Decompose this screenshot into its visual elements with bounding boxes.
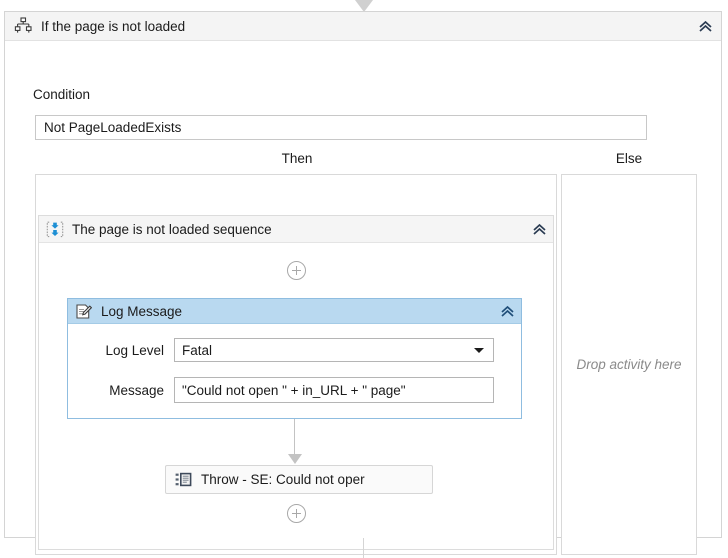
then-branch-container[interactable]: The page is not loaded sequence Log Mess… bbox=[35, 174, 557, 555]
sequence-body: Log Message Log Level Fatal Message "Cou… bbox=[39, 243, 553, 549]
connector-line bbox=[294, 419, 295, 456]
add-activity-button-top[interactable] bbox=[287, 261, 306, 280]
throw-activity-icon bbox=[174, 472, 192, 488]
log-message-header[interactable]: Log Message bbox=[68, 299, 521, 324]
log-message-collapse-chevron-icon[interactable] bbox=[497, 301, 517, 321]
if-activity-title: If the page is not loaded bbox=[41, 18, 186, 34]
message-row: Message "Could not open " + in_URL + " p… bbox=[84, 377, 494, 403]
if-activity-body: Condition Not PageLoadedExists Then Else bbox=[5, 41, 721, 555]
log-message-title: Log Message bbox=[101, 303, 183, 319]
else-drop-placeholder: Drop activity here bbox=[576, 357, 682, 372]
log-level-value: Fatal bbox=[182, 342, 213, 358]
add-activity-button-bottom[interactable] bbox=[287, 504, 306, 523]
throw-activity-title: Throw - SE: Could not oper bbox=[201, 472, 365, 487]
else-branch-label: Else bbox=[615, 151, 643, 166]
log-level-label: Log Level bbox=[105, 342, 164, 358]
else-branch-container[interactable]: Drop activity here bbox=[561, 174, 697, 555]
sequence-header[interactable]: The page is not loaded sequence bbox=[39, 216, 553, 243]
connector-arrowhead-icon bbox=[288, 454, 302, 464]
then-branch-label: Then bbox=[281, 151, 313, 166]
sequence-title: The page is not loaded sequence bbox=[72, 221, 272, 237]
if-activity-panel[interactable]: If the page is not loaded Condition Not … bbox=[4, 11, 722, 555]
log-message-pencil-icon bbox=[74, 302, 93, 320]
outgoing-connector bbox=[363, 538, 364, 558]
sequence-icon bbox=[45, 220, 65, 238]
log-message-body: Log Level Fatal Message "Could not open … bbox=[68, 324, 521, 418]
message-label: Message bbox=[109, 382, 164, 398]
log-level-row: Log Level Fatal bbox=[84, 338, 494, 362]
throw-activity[interactable]: Throw - SE: Could not oper bbox=[165, 465, 433, 494]
sequence-collapse-chevron-icon[interactable] bbox=[529, 219, 549, 239]
condition-label: Condition bbox=[33, 87, 91, 102]
log-level-select[interactable]: Fatal bbox=[174, 338, 494, 362]
log-message-activity[interactable]: Log Message Log Level Fatal Message "Cou… bbox=[67, 298, 522, 419]
chevron-down-icon bbox=[474, 348, 484, 353]
if-branch-icon bbox=[13, 16, 33, 36]
condition-input[interactable]: Not PageLoadedExists bbox=[35, 115, 647, 140]
message-input[interactable]: "Could not open " + in_URL + " page" bbox=[174, 377, 494, 403]
sequence-activity-panel[interactable]: The page is not loaded sequence Log Mess… bbox=[38, 215, 554, 550]
if-collapse-chevron-icon[interactable] bbox=[695, 16, 715, 36]
if-activity-header[interactable]: If the page is not loaded bbox=[5, 12, 721, 41]
